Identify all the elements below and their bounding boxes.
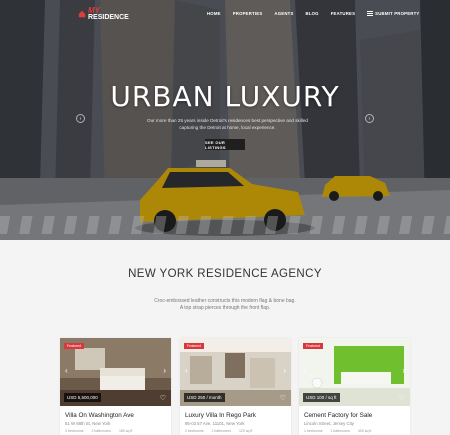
nav-item-features[interactable]: FEATURES [331,11,355,16]
price-tag: USD 5,500,000 [64,393,101,402]
chevron-right-icon[interactable]: › [283,367,286,375]
house-icon [78,10,86,18]
nav-item-blog[interactable]: BLOG [306,11,319,16]
nav-item-properties[interactable]: PROPERTIES [233,11,263,16]
price-tag: USD 100 / sq ft [303,393,340,402]
slider-prev-arrow-icon[interactable]: ‹ [76,114,85,123]
bathrooms-count: 2 bathrooms [91,429,111,433]
property-image[interactable]: Featured ‹ › USD 100 / sq ft ♡ [299,338,410,406]
submit-property-label: SUBMIT PROPERTY [375,11,420,16]
site-logo[interactable]: MY RESIDENCE [78,6,129,21]
nav-item-agents[interactable]: AGENTS [274,11,293,16]
bedrooms-count: 4 bedrooms [65,429,84,433]
property-meta: 2 bedrooms 1 bathrooms 120 sq ft [185,429,291,433]
section-subtitle-line-1: Croc-embossed leather constructs this mo… [154,298,296,304]
property-name[interactable]: Cement Factory for Sale [304,412,410,419]
featured-badge: Featured [64,343,85,349]
hero-subtitle: Our more than 25 years inside Detroit's … [147,118,308,130]
property-address: Lincoln Street, Jersey City [304,421,354,426]
bathrooms-count: 1 bathrooms [330,429,350,433]
featured-badge: Featured [303,343,324,349]
section-subtitle-line-2: A top strap pierces through the front fl… [179,305,271,311]
property-address: 51 W 68th St, New York [65,421,111,426]
menu-lines-icon [367,11,374,16]
slider-next-arrow-icon[interactable]: › [365,114,374,123]
chevron-right-icon[interactable]: › [402,367,405,375]
bedrooms-count: 1 bedrooms [304,429,323,433]
chevron-right-icon[interactable]: › [163,367,166,375]
area-size: 120 sq ft [238,429,253,433]
property-meta: 1 bedrooms 1 bathrooms 400 sq ft [304,429,410,433]
property-card[interactable]: Featured ‹ › USD 250 / month ♡ Luxury Vi… [180,338,291,435]
bedrooms-count: 2 bedrooms [185,429,204,433]
chevron-left-icon[interactable]: ‹ [185,367,188,375]
top-nav: MY RESIDENCE HOME PROPERTIES AGENTS BLOG… [0,0,450,26]
logo-bottom-text: RESIDENCE [88,14,129,21]
property-name[interactable]: Villa On Washington Ave [65,412,171,419]
nav-item-home[interactable]: HOME [207,11,221,16]
property-card[interactable]: Featured ‹ › USD 5,500,000 ♡ Villa On Wa… [60,338,171,435]
property-image[interactable]: Featured ‹ › USD 5,500,000 ♡ [60,338,171,406]
price-tag: USD 250 / month [184,393,225,402]
heart-icon[interactable]: ♡ [399,395,405,402]
section-title: NEW YORK RESIDENCE AGENCY [128,268,322,280]
property-address: 95-03 57 Ave, 11101, New York [185,421,245,426]
property-meta: 4 bedrooms 2 bathrooms 180 sq ft [65,429,171,433]
main-menu: HOME PROPERTIES AGENTS BLOG FEATURES SUB… [207,11,431,16]
see-listings-button[interactable]: SEE OUR LISTINGS [205,139,245,150]
logo-top-text: MY [88,6,100,15]
chevron-left-icon[interactable]: ‹ [304,367,307,375]
area-size: 180 sq ft [118,429,133,433]
section-subtitle: Croc-embossed leather constructs this mo… [0,298,450,312]
hero-banner: MY RESIDENCE HOME PROPERTIES AGENTS BLOG… [0,0,450,240]
heart-icon[interactable]: ♡ [280,395,286,402]
submit-property-link[interactable]: SUBMIT PROPERTY [367,11,431,16]
property-name[interactable]: Luxury Villa In Rego Park [185,412,291,419]
heart-icon[interactable]: ♡ [160,395,166,402]
featured-badge: Featured [184,343,205,349]
property-card[interactable]: Featured ‹ › USD 100 / sq ft ♡ Cement Fa… [299,338,410,435]
hero-title: URBAN LUXURY [110,80,340,113]
property-image[interactable]: Featured ‹ › USD 250 / month ♡ [180,338,291,406]
bathrooms-count: 1 bathrooms [211,429,231,433]
area-size: 400 sq ft [357,429,372,433]
chevron-left-icon[interactable]: ‹ [65,367,68,375]
